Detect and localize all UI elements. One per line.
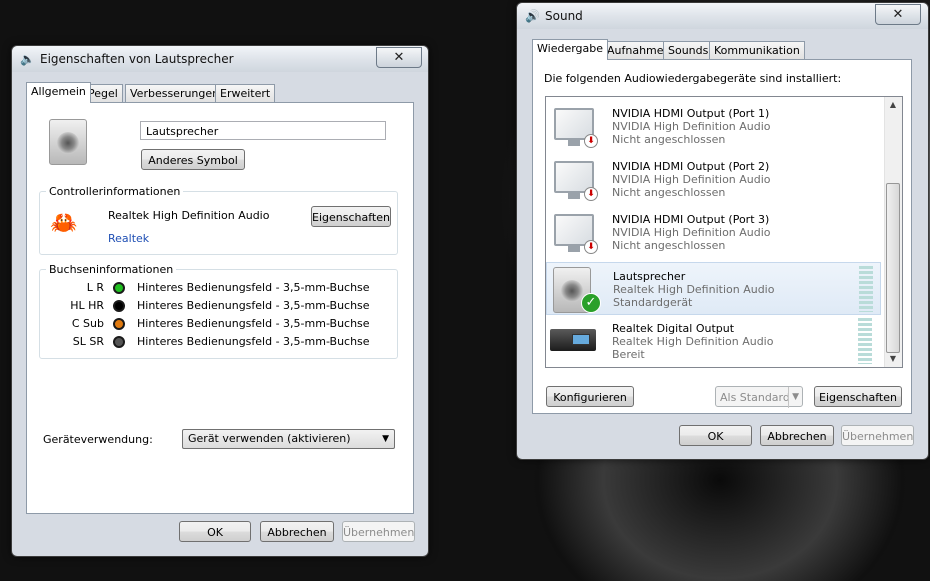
jack-description: Hinteres Bedienungsfeld - 3,5-mm-Buchse	[137, 335, 370, 348]
controller-vendor-link[interactable]: Realtek	[108, 232, 149, 245]
list-item[interactable]: ⬇ NVIDIA HDMI Output (Port 2) NVIDIA Hig…	[546, 153, 881, 206]
jack-group-label: Buchseninformationen	[46, 263, 177, 276]
disconnected-icon: ⬇	[584, 134, 598, 148]
list-item[interactable]: ✓ Lautsprecher Realtek High Definition A…	[546, 262, 881, 315]
device-status: Nicht angeschlossen	[612, 133, 726, 146]
window-title: Sound	[545, 9, 583, 23]
scroll-down-icon[interactable]: ▼	[885, 351, 901, 367]
jack-description: Hinteres Bedienungsfeld - 3,5-mm-Buchse	[137, 317, 370, 330]
jack-code: L R	[86, 281, 104, 294]
jack-description: Hinteres Bedienungsfeld - 3,5-mm-Buchse	[137, 281, 370, 294]
tab-panel-general: Lautsprecher Anderes Symbol Controllerin…	[26, 102, 414, 514]
jack-color-icon	[113, 282, 125, 294]
tab-allgemein[interactable]: Allgemein	[26, 82, 91, 103]
tab-panel-playback: Die folgenden Audiowiedergabegeräte sind…	[532, 59, 912, 414]
tab-erweitert[interactable]: Erweitert	[215, 84, 276, 102]
device-icon	[49, 119, 89, 169]
device-name: NVIDIA HDMI Output (Port 3)	[612, 213, 770, 226]
volume-meter	[858, 318, 872, 364]
configure-button[interactable]: Konfigurieren	[546, 386, 634, 407]
device-status: Nicht angeschlossen	[612, 186, 726, 199]
apply-button[interactable]: Übernehmen	[342, 521, 415, 542]
device-name: Realtek Digital Output	[612, 322, 735, 335]
receiver-icon	[550, 329, 596, 351]
controller-name: Realtek High Definition Audio	[108, 209, 270, 222]
jack-code: C Sub	[71, 317, 104, 330]
jack-code: HL HR	[70, 299, 104, 312]
cancel-button[interactable]: Abbrechen	[260, 521, 334, 542]
intro-text: Die folgenden Audiowiedergabegeräte sind…	[544, 72, 842, 85]
jack-color-icon	[113, 318, 125, 330]
ok-button[interactable]: OK	[679, 425, 752, 446]
chevron-down-icon: ▼	[382, 434, 389, 444]
device-usage-value: Gerät verwenden (aktivieren)	[188, 432, 351, 445]
close-button[interactable]: ✕	[376, 47, 422, 68]
device-driver: Realtek High Definition Audio	[613, 283, 775, 296]
sound-window: 🔊 Sound ✕ Wiedergabe Aufnahme Sounds Kom…	[516, 2, 929, 460]
list-item[interactable]: ⬇ NVIDIA HDMI Output (Port 3) NVIDIA Hig…	[546, 206, 881, 259]
tab-strip: Wiedergabe Aufnahme Sounds Kommunikation	[532, 39, 912, 60]
set-default-label: Als Standard	[720, 391, 790, 404]
scrollbar[interactable]: ▲ ▼	[884, 97, 902, 367]
set-default-button[interactable]: Als Standard ▼	[715, 386, 803, 408]
list-item[interactable]: ⬇ NVIDIA HDMI Output (Port 1) NVIDIA Hig…	[546, 100, 881, 153]
device-driver: NVIDIA High Definition Audio	[612, 226, 771, 239]
speaker-icon: 🔈	[20, 52, 35, 66]
ok-button[interactable]: OK	[179, 521, 251, 542]
title-bar[interactable]: 🔊 Sound ✕	[517, 3, 928, 29]
controller-properties-button[interactable]: Eigenschaften	[311, 206, 391, 227]
device-status: Standardgerät	[613, 296, 693, 309]
device-usage-select[interactable]: Gerät verwenden (aktivieren) ▼	[182, 429, 395, 449]
tab-aufnahme[interactable]: Aufnahme	[602, 41, 669, 59]
list-item[interactable]: Realtek Digital Output Realtek High Defi…	[546, 315, 881, 367]
controller-group-label: Controllerinformationen	[46, 185, 184, 198]
chevron-down-icon: ▼	[788, 387, 799, 408]
jack-color-icon	[113, 336, 125, 348]
disconnected-icon: ⬇	[584, 187, 598, 201]
jack-code: SL SR	[72, 335, 104, 348]
device-list[interactable]: ⬇ NVIDIA HDMI Output (Port 1) NVIDIA Hig…	[545, 96, 903, 368]
properties-button[interactable]: Eigenschaften	[814, 386, 902, 407]
scroll-up-icon[interactable]: ▲	[885, 97, 901, 113]
device-driver: NVIDIA High Definition Audio	[612, 120, 771, 133]
speaker-properties-window: 🔈 Eigenschaften von Lautsprecher ✕ Allge…	[11, 45, 429, 557]
scroll-thumb[interactable]	[886, 183, 900, 353]
apply-button[interactable]: Übernehmen	[841, 425, 914, 446]
change-icon-button[interactable]: Anderes Symbol	[141, 149, 245, 170]
device-name-input[interactable]: Lautsprecher	[140, 121, 386, 140]
jack-description: Hinteres Bedienungsfeld - 3,5-mm-Buchse	[137, 299, 370, 312]
cancel-button[interactable]: Abbrechen	[760, 425, 834, 446]
realtek-crab-icon: 🦀	[50, 211, 78, 236]
device-name: NVIDIA HDMI Output (Port 2)	[612, 160, 770, 173]
tab-verbesserungen[interactable]: Verbesserungen	[125, 84, 225, 102]
title-bar[interactable]: 🔈 Eigenschaften von Lautsprecher ✕	[12, 46, 428, 72]
device-name: NVIDIA HDMI Output (Port 1)	[612, 107, 770, 120]
jack-color-icon	[113, 300, 125, 312]
tab-strip: Allgemein Pegel Verbesserungen Erweitert	[26, 82, 406, 103]
device-status: Nicht angeschlossen	[612, 239, 726, 252]
tab-wiedergabe[interactable]: Wiedergabe	[532, 39, 609, 60]
disconnected-icon: ⬇	[584, 240, 598, 254]
device-name: Lautsprecher	[613, 270, 686, 283]
device-driver: NVIDIA High Definition Audio	[612, 173, 771, 186]
tab-kommunikation[interactable]: Kommunikation	[709, 41, 805, 59]
tab-sounds[interactable]: Sounds	[663, 41, 714, 59]
device-status: Bereit	[612, 348, 645, 361]
device-driver: Realtek High Definition Audio	[612, 335, 774, 348]
window-title: Eigenschaften von Lautsprecher	[40, 52, 234, 66]
device-usage-label: Geräteverwendung:	[43, 433, 153, 446]
volume-meter	[859, 266, 873, 312]
sound-icon: 🔊	[525, 9, 540, 23]
default-check-icon: ✓	[581, 293, 601, 313]
close-button[interactable]: ✕	[875, 4, 921, 25]
